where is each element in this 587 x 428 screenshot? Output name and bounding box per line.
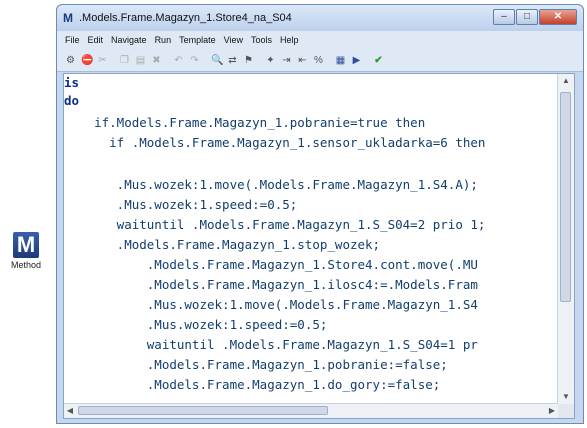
scroll-down-icon[interactable]: ▼ [558,390,574,404]
code-line: waituntil .Models.Frame.Magazyn_1.S_S04=… [64,337,478,352]
method-object-icon[interactable]: M Method [6,232,46,270]
run-icon[interactable]: ▶ [351,55,362,66]
menu-bar: File Edit Navigate Run Template View Too… [57,31,583,49]
code-line: .Mus.wozek:1.move(.Models.Frame.Magazyn_… [64,177,478,192]
close-button[interactable]: ✕ [539,9,577,25]
redo-icon[interactable]: ↷ [189,55,200,66]
code-editor[interactable]: is do if.Models.Frame.Magazyn_1.pobranie… [63,73,575,419]
maximize-button[interactable]: □ [516,9,538,25]
code-line: .Mus.wozek:1.speed:=0.5; [64,317,328,332]
menu-view[interactable]: View [224,35,243,45]
code-line: do [64,93,80,108]
code-line: .Models.Frame.Magazyn_1.Store4.cont.move… [64,257,478,272]
copy-icon[interactable]: ❐ [119,55,130,66]
code-line: .Models.Frame.Magazyn_1.stop_wozek; [64,237,381,252]
code-line: .Mus.wozek:1.move(.Models.Frame.Magazyn_… [64,297,478,312]
scrollbar-corner [558,404,574,418]
scroll-up-icon[interactable]: ▲ [558,74,574,88]
horizontal-scroll-thumb[interactable] [78,406,328,415]
method-editor-window: M .Models.Frame.Magazyn_1.Store4_na_S04 … [56,4,584,424]
method-label: Method [10,260,42,270]
window-controls: ‒ □ ✕ [492,9,577,25]
scroll-right-icon[interactable]: ▶ [546,404,558,418]
code-area[interactable]: is do if.Models.Frame.Magazyn_1.pobranie… [64,74,558,404]
vertical-scroll-thumb[interactable] [560,92,571,302]
menu-edit[interactable]: Edit [88,35,104,45]
find-icon[interactable]: 🔍 [211,55,223,66]
apply-icon[interactable]: ✔ [373,55,384,66]
menu-file[interactable]: File [65,35,80,45]
menu-run[interactable]: Run [155,35,172,45]
menu-template[interactable]: Template [179,35,216,45]
code-line: if.Models.Frame.Magazyn_1.pobranie=true … [64,115,426,130]
delete-icon[interactable]: ✖ [151,55,162,66]
code-line: .Models.Frame.Magazyn_1.pobranie:=false; [64,357,448,372]
app-icon: M [63,11,73,25]
window-title: .Models.Frame.Magazyn_1.Store4_na_S04 [79,12,292,24]
menu-navigate[interactable]: Navigate [111,35,147,45]
code-line: waituntil .Models.Frame.Magazyn_1.S_S04=… [64,217,486,232]
breakpoint-icon[interactable]: ✦ [265,55,276,66]
indent-icon[interactable]: ⇥ [281,55,292,66]
replace-icon[interactable]: ⇄ [227,55,238,66]
menu-help[interactable]: Help [280,35,299,45]
cut-icon[interactable]: ✂ [97,55,108,66]
build-icon[interactable]: ⚙ [65,55,76,66]
outdent-icon[interactable]: ⇤ [297,55,308,66]
paste-icon[interactable]: ▤ [135,55,146,66]
title-bar[interactable]: M .Models.Frame.Magazyn_1.Store4_na_S04 … [57,5,583,31]
toolbar: ⚙ ⛔ ✂ ❐ ▤ ✖ ↶ ↷ 🔍 ⇄ ⚑ ✦ ⇥ ⇤ % ▦ ▶ ✔ [57,49,583,72]
undo-icon[interactable]: ↶ [173,55,184,66]
debug-icon[interactable]: ⚑ [243,55,254,66]
menu-tools[interactable]: Tools [251,35,272,45]
code-line: .Models.Frame.Magazyn_1.ilosc4:=.Models.… [64,277,478,292]
code-line: .Mus.wozek:1.speed:=0.5; [64,197,298,212]
code-line: .Models.Frame.Magazyn_1.do_gory:=false; [64,377,441,392]
vertical-scrollbar[interactable]: ▲ ▼ [557,74,574,404]
comment-icon[interactable]: % [313,55,324,66]
method-glyph: M [13,232,39,258]
horizontal-scrollbar[interactable]: ◀ ▶ [64,403,558,418]
minimize-button[interactable]: ‒ [493,9,515,25]
code-line: is [64,75,80,90]
scroll-left-icon[interactable]: ◀ [64,404,76,418]
stop-icon[interactable]: ⛔ [81,55,93,66]
code-line: if .Models.Frame.Magazyn_1.sensor_uklada… [64,135,486,150]
template-icon[interactable]: ▦ [335,55,346,66]
